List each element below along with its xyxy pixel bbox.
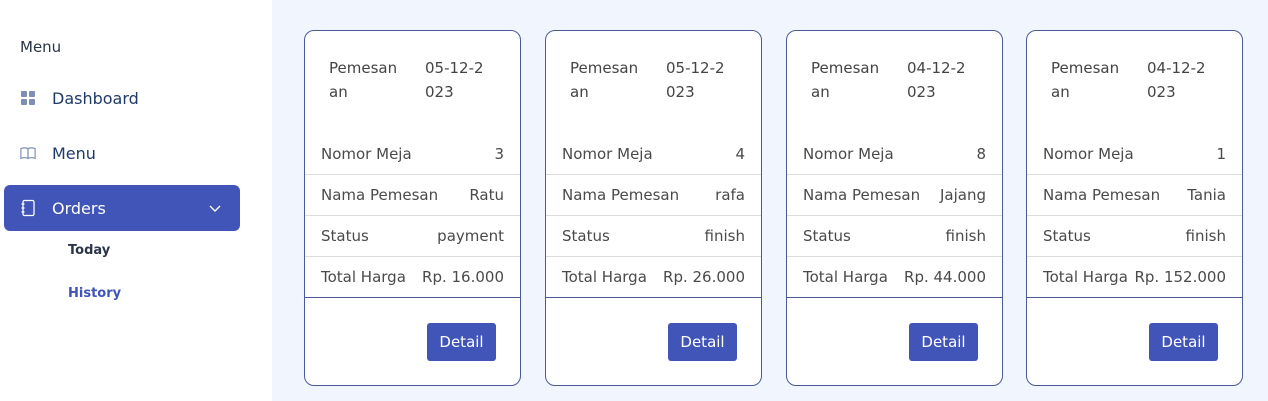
row-label: Status [1043, 227, 1091, 245]
table-row: Total Harga Rp. 44.000 [787, 257, 1002, 298]
row-label: Nomor Meja [1043, 145, 1134, 163]
card-header: Pemesanan 04-12-2023 [1027, 31, 1242, 147]
row-label: Status [562, 227, 610, 245]
row-value: 3 [494, 145, 504, 163]
table-row: Total Harga Rp. 16.000 [305, 257, 520, 298]
card-title: Pemesanan [329, 59, 398, 101]
detail-button[interactable]: Detail [427, 323, 496, 361]
sidebar-item-orders[interactable]: Orders [4, 185, 240, 231]
row-label: Nomor Meja [562, 145, 653, 163]
card-title: Pemesanan [811, 59, 880, 101]
row-value: finish [945, 227, 986, 245]
row-label: Nama Pemesan [803, 186, 921, 204]
row-value: Rp. 26.000 [663, 268, 745, 286]
sidebar: Menu Dashboard Menu Orders Today History [0, 0, 272, 401]
row-value: finish [704, 227, 745, 245]
detail-button[interactable]: Detail [909, 323, 978, 361]
row-label: Status [803, 227, 851, 245]
table-row: Nomor Meja 8 [787, 134, 1002, 175]
card-header: Pemesanan 05-12-2023 [546, 31, 761, 147]
row-label: Total Harga [1043, 268, 1128, 286]
order-date: 05-12-2023 [666, 59, 725, 101]
row-value: Tania [1187, 186, 1226, 204]
order-card: Pemesanan 05-12-2023 Nomor Meja 4 Nama P… [545, 30, 762, 386]
sidebar-item-label: Dashboard [52, 88, 139, 108]
sidebar-item-dashboard[interactable]: Dashboard [4, 75, 240, 121]
table-row: Status finish [1027, 216, 1242, 257]
table-row: Nama Pemesan Tania [1027, 175, 1242, 216]
sidebar-item-label: Menu [52, 143, 96, 163]
order-date: 05-12-2023 [425, 59, 484, 101]
table-row: Nama Pemesan Jajang [787, 175, 1002, 216]
row-value: Rp. 152.000 [1134, 268, 1226, 286]
row-label: Status [321, 227, 369, 245]
row-label: Total Harga [321, 268, 406, 286]
sidebar-heading: Menu [20, 38, 62, 56]
table-row: Nomor Meja 4 [546, 134, 761, 175]
card-header: Pemesanan 05-12-2023 [305, 31, 520, 147]
detail-button[interactable]: Detail [1149, 323, 1218, 361]
card-header: Pemesanan 04-12-2023 [787, 31, 1002, 147]
row-value: payment [437, 227, 504, 245]
sidebar-subitem-today[interactable]: Today [68, 243, 110, 258]
row-value: Jajang [939, 186, 986, 204]
table-row: Status payment [305, 216, 520, 257]
sidebar-subitem-history[interactable]: History [68, 286, 121, 301]
row-value: rafa [715, 186, 745, 204]
row-value: Rp. 44.000 [904, 268, 986, 286]
table-row: Nama Pemesan rafa [546, 175, 761, 216]
row-value: finish [1185, 227, 1226, 245]
row-value: 8 [976, 145, 986, 163]
order-date: 04-12-2023 [907, 59, 966, 101]
row-label: Nama Pemesan [1043, 186, 1161, 204]
table-row: Total Harga Rp. 26.000 [546, 257, 761, 298]
order-card: Pemesanan 04-12-2023 Nomor Meja 1 Nama P… [1026, 30, 1243, 386]
row-value: Ratu [469, 186, 504, 204]
grid-icon [20, 90, 36, 106]
row-label: Total Harga [803, 268, 888, 286]
table-row: Nomor Meja 3 [305, 134, 520, 175]
table-row: Nama Pemesan Ratu [305, 175, 520, 216]
row-value: 4 [735, 145, 745, 163]
detail-button[interactable]: Detail [668, 323, 737, 361]
row-label: Nama Pemesan [321, 186, 439, 204]
notebook-icon [20, 199, 36, 217]
chevron-down-icon [208, 200, 222, 219]
table-row: Status finish [546, 216, 761, 257]
row-value: Rp. 16.000 [422, 268, 504, 286]
row-label: Nomor Meja [803, 145, 894, 163]
order-date: 04-12-2023 [1147, 59, 1206, 101]
table-row: Status finish [787, 216, 1002, 257]
book-icon [20, 145, 36, 161]
table-row: Nomor Meja 1 [1027, 134, 1242, 175]
row-label: Nama Pemesan [562, 186, 680, 204]
sidebar-item-menu[interactable]: Menu [4, 130, 240, 176]
order-card: Pemesanan 05-12-2023 Nomor Meja 3 Nama P… [304, 30, 521, 386]
card-title: Pemesanan [1051, 59, 1120, 101]
row-value: 1 [1216, 145, 1226, 163]
table-row: Total Harga Rp. 152.000 [1027, 257, 1242, 298]
card-title: Pemesanan [570, 59, 639, 101]
sidebar-item-label: Orders [52, 198, 106, 218]
row-label: Nomor Meja [321, 145, 412, 163]
order-card: Pemesanan 04-12-2023 Nomor Meja 8 Nama P… [786, 30, 1003, 386]
row-label: Total Harga [562, 268, 647, 286]
